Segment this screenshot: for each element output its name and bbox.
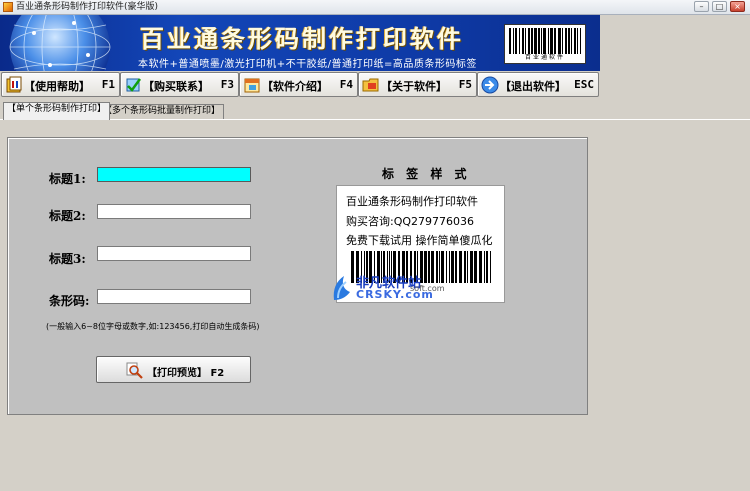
- barcode-bar: [571, 28, 572, 54]
- barcode-input[interactable]: [97, 289, 251, 304]
- software-intro-button-label: 【软件介绍】: [262, 80, 328, 93]
- label-line-3: 免费下载试用 操作简单傻瓜化: [346, 234, 493, 247]
- barcode-bar: [441, 251, 444, 283]
- label-line-2: 购买咨询:QQ279776036: [346, 215, 475, 228]
- exit-button[interactable]: 【退出软件】 ESC: [477, 72, 599, 97]
- barcode-bar: [513, 28, 514, 54]
- window-title: 百业通条形码制作打印软件(豪华版): [16, 2, 159, 12]
- barcode-bar: [479, 251, 482, 283]
- barcode-bar: [519, 28, 520, 54]
- banner-barcode-sample: 百业通软件: [504, 24, 586, 64]
- title2-label: 标题2:: [49, 209, 86, 223]
- title1-label: 标题1:: [49, 172, 86, 186]
- barcode-bar: [509, 28, 511, 54]
- barcode-bar: [531, 28, 533, 54]
- banner-title: 百业通条形码制作打印软件: [140, 24, 464, 53]
- calendar-intro-icon: [244, 78, 260, 93]
- crsky-watermark: 非凡软件站 CRSKY.com soft.com: [330, 270, 445, 308]
- barcode-bar: [543, 28, 546, 54]
- title3-input[interactable]: [97, 246, 251, 261]
- exit-button-label: 【退出软件】: [500, 80, 566, 93]
- barcode-bar: [562, 28, 563, 54]
- exit-button-key: ESC: [574, 78, 594, 91]
- barcode-form-panel: 标题1: 标题2: 标题3: 条形码: (一般输入6~8位字母或数字,如:123…: [7, 137, 588, 415]
- software-intro-button[interactable]: 【软件介绍】 F4: [239, 72, 358, 97]
- help-button-key: F1: [101, 78, 115, 91]
- barcode-bar: [464, 251, 466, 283]
- barcode-bar: [525, 28, 526, 54]
- help-button[interactable]: 【使用帮助】 F1: [1, 72, 120, 97]
- banner-subtitle: 本软件+普通喷墨/激光打印机+不干胶纸/普通打印纸=高品质条形码标签: [138, 59, 477, 70]
- minimize-button[interactable]: –: [694, 1, 709, 12]
- barcode-bar: [558, 28, 561, 54]
- globe-icon: [9, 15, 111, 71]
- close-button[interactable]: ×: [730, 1, 745, 12]
- barcode-bar: [467, 251, 468, 283]
- barcode-bar: [490, 251, 491, 283]
- title2-input[interactable]: [97, 204, 251, 219]
- about-folder-icon: [362, 78, 379, 92]
- exit-arrow-icon: [481, 76, 499, 94]
- help-button-label: 【使用帮助】: [24, 80, 90, 93]
- barcode-icon: [509, 28, 581, 54]
- barcode-hint: (一般输入6~8位字母或数字,如:123456,打印自动生成条码): [46, 322, 260, 331]
- barcode-bar: [474, 251, 477, 283]
- tab-single-barcode[interactable]: 【单个条形码制作打印】: [3, 102, 111, 120]
- barcode-bar: [534, 28, 537, 54]
- software-intro-button-key: F4: [339, 78, 353, 91]
- print-preview-button[interactable]: 【打印预览】 F2: [96, 356, 251, 383]
- barcode-bar: [451, 251, 454, 283]
- barcode-bar: [550, 28, 553, 54]
- barcode-bar: [522, 28, 524, 54]
- banner-barcode-label: 百业通软件: [524, 54, 565, 61]
- barcode-bar: [470, 251, 473, 283]
- barcode-bar: [541, 28, 542, 54]
- buy-contact-button[interactable]: 【购买联系】 F3: [120, 72, 239, 97]
- magnifier-icon: [126, 362, 143, 379]
- barcode-bar: [528, 28, 530, 54]
- barcode-bar: [565, 28, 567, 54]
- tab-strip-divider: [0, 119, 750, 120]
- title1-input[interactable]: [97, 167, 251, 182]
- cart-buy-icon: [126, 78, 142, 92]
- title-bar[interactable]: 百业通条形码制作打印软件(豪华版) – □ ×: [0, 0, 750, 15]
- barcode-bar: [577, 28, 578, 54]
- crsky-url: soft.com: [410, 284, 445, 293]
- buy-contact-button-label: 【购买联系】: [143, 80, 209, 93]
- barcode-bar: [548, 28, 549, 54]
- print-preview-label: 【打印预览】 F2: [147, 368, 225, 379]
- label-line-1: 百业通条形码制作打印软件: [346, 195, 478, 208]
- label-style-heading: 标 签 样 式: [382, 167, 471, 181]
- banner: 百业通条形码制作打印软件 本软件+普通喷墨/激光打印机+不干胶纸/普通打印纸=高…: [0, 15, 600, 71]
- title3-label: 标题3:: [49, 252, 86, 266]
- app-icon: [3, 2, 13, 12]
- tab-batch-barcode[interactable]: 【多个条形码批量制作打印】: [99, 104, 225, 119]
- barcode-label: 条形码:: [49, 294, 90, 308]
- barcode-bar: [455, 251, 457, 283]
- barcode-bar: [515, 28, 517, 54]
- help-book-icon: [6, 76, 22, 93]
- barcode-bar: [459, 251, 462, 283]
- about-button-key: F5: [458, 78, 472, 91]
- barcode-bar: [484, 251, 485, 283]
- barcode-bar: [449, 251, 450, 283]
- toolbar: 【使用帮助】 F1 【购买联系】 F3 【软件介绍】 F4 【关于软件】 F5 …: [0, 72, 600, 98]
- buy-contact-button-key: F3: [220, 78, 234, 91]
- barcode-bar: [446, 251, 447, 283]
- barcode-bar: [538, 28, 540, 54]
- about-button-label: 【关于软件】: [381, 80, 447, 93]
- about-button[interactable]: 【关于软件】 F5: [358, 72, 477, 97]
- barcode-bar: [554, 28, 556, 54]
- barcode-bar: [568, 28, 570, 54]
- barcode-bar: [580, 28, 581, 54]
- crsky-logo-icon: [333, 276, 350, 300]
- barcode-bar: [486, 251, 488, 283]
- maximize-button[interactable]: □: [712, 1, 727, 12]
- barcode-bar: [574, 28, 576, 54]
